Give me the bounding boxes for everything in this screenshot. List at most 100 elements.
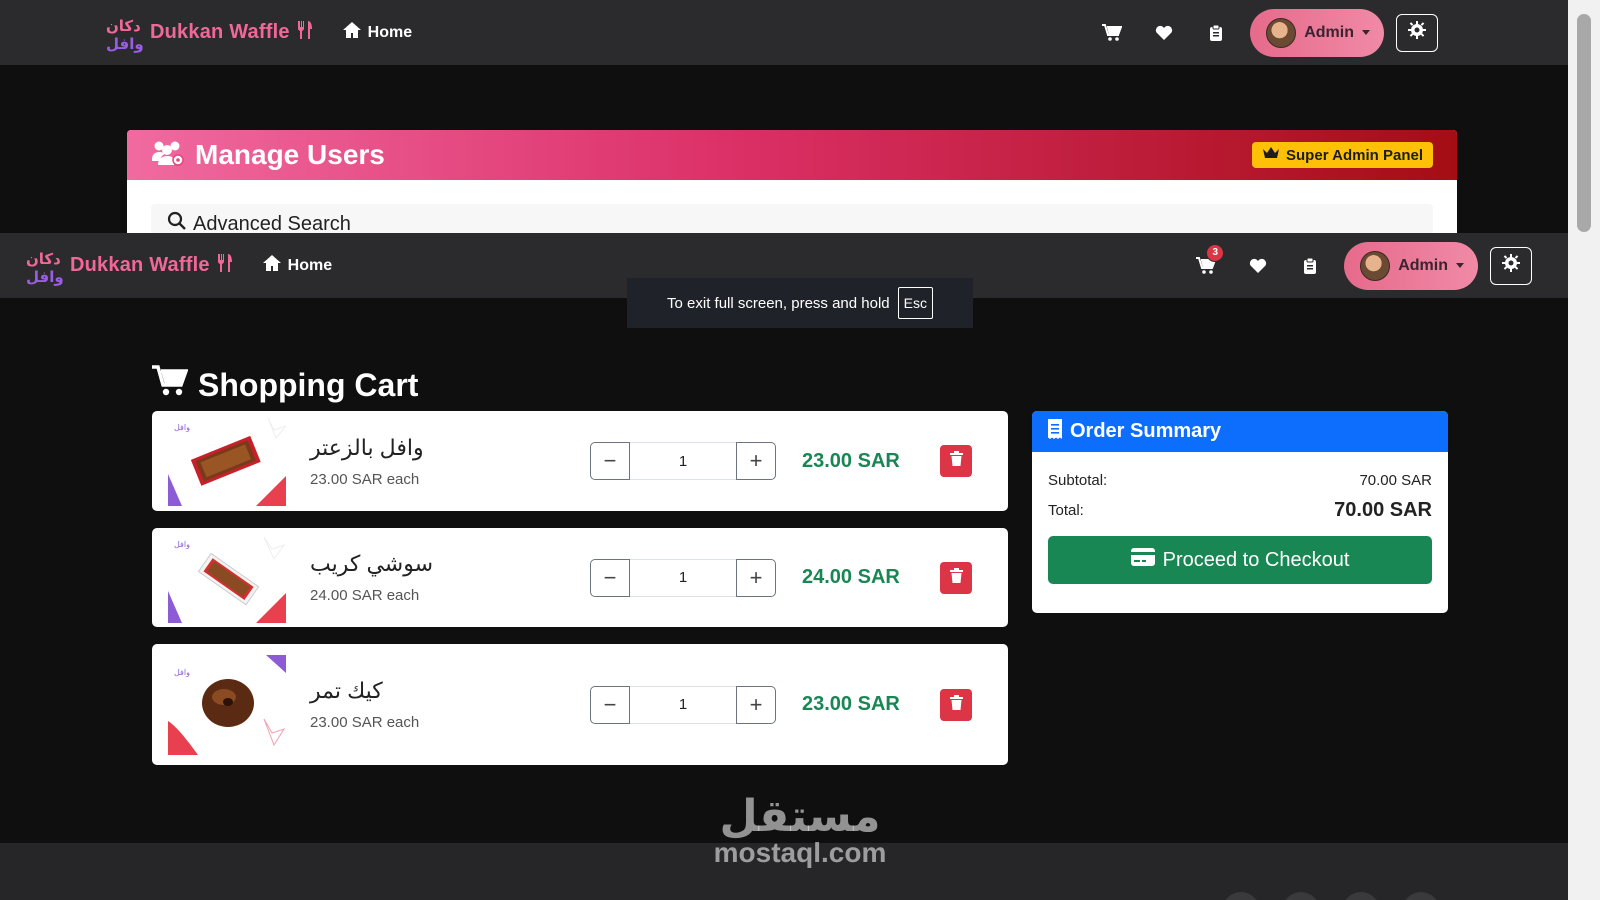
receipt-icon bbox=[1048, 418, 1062, 445]
home-icon bbox=[342, 21, 362, 44]
advanced-search-header[interactable]: Advanced Search bbox=[151, 204, 1433, 233]
admin-dropdown[interactable]: Admin bbox=[1344, 241, 1478, 290]
utensils-icon bbox=[296, 20, 314, 45]
plus-icon: + bbox=[749, 448, 763, 473]
decrease-quantity-button[interactable]: − bbox=[590, 442, 630, 480]
order-summary-header: Order Summary bbox=[1032, 411, 1448, 452]
unit-price: 23.00 SAR each bbox=[310, 470, 420, 488]
credit-card-icon bbox=[1130, 548, 1155, 572]
brand-logo: دكان وافل bbox=[104, 13, 144, 53]
decrease-quantity-button[interactable]: − bbox=[590, 558, 630, 597]
brand-name: Dukkan Waffle bbox=[150, 21, 290, 43]
page-title: Shopping Cart bbox=[152, 365, 418, 405]
admin-label: Admin bbox=[1304, 23, 1354, 41]
svg-text:وافل: وافل bbox=[174, 540, 190, 549]
remove-item-button[interactable] bbox=[940, 561, 972, 594]
quantity-stepper: − + bbox=[590, 442, 776, 480]
super-admin-label: Super Admin Panel bbox=[1286, 146, 1423, 164]
users-gear-icon bbox=[151, 139, 185, 172]
brand[interactable]: دكان وافل Dukkan Waffle bbox=[104, 13, 314, 53]
product-image: وافل bbox=[168, 654, 286, 755]
fullscreen-notice: To exit full screen, press and hold Esc bbox=[627, 278, 973, 328]
quantity-stepper: − + bbox=[590, 685, 776, 724]
utensils-icon bbox=[216, 253, 234, 278]
cart-item: وافل وافل بالزعتر 23.00 SAR each − + 23.… bbox=[152, 411, 1008, 511]
search-icon bbox=[167, 211, 187, 233]
brand-logo: دكان وافل bbox=[24, 246, 64, 286]
minus-icon: − bbox=[603, 564, 617, 590]
svg-text:دكان: دكان bbox=[26, 250, 61, 268]
scrollbar-thumb[interactable] bbox=[1577, 14, 1591, 232]
total-row: Total: 70.00 SAR bbox=[1032, 499, 1448, 522]
home-icon bbox=[262, 254, 282, 277]
order-summary-title: Order Summary bbox=[1070, 420, 1222, 442]
brand-name: Dukkan Waffle bbox=[70, 254, 210, 276]
avatar bbox=[1266, 17, 1297, 48]
admin-dropdown[interactable]: Admin bbox=[1250, 8, 1384, 57]
subtotal-value: 70.00 SAR bbox=[1359, 472, 1432, 489]
clipboard-icon[interactable] bbox=[1190, 13, 1242, 53]
page-title-text: Shopping Cart bbox=[198, 366, 419, 403]
svg-text:وافل: وافل bbox=[174, 668, 190, 677]
checkout-label: Proceed to Checkout bbox=[1162, 548, 1350, 571]
increase-quantity-button[interactable]: + bbox=[736, 442, 776, 480]
quantity-input[interactable] bbox=[630, 685, 736, 724]
subtotal-row: Subtotal: 70.00 SAR bbox=[1032, 472, 1448, 489]
admin-label: Admin bbox=[1398, 256, 1448, 274]
minus-icon: − bbox=[603, 448, 617, 473]
cart-item: وافل سوشي كريب 24.00 SAR each − + 24.00 … bbox=[152, 528, 1008, 627]
gear-icon bbox=[1502, 254, 1520, 277]
total-label: Total: bbox=[1048, 502, 1084, 519]
total-value: 70.00 SAR bbox=[1334, 499, 1432, 521]
svg-text:وافل: وافل bbox=[106, 35, 144, 53]
increase-quantity-button[interactable]: + bbox=[736, 558, 776, 597]
cart-icon[interactable]: 3 bbox=[1180, 243, 1232, 286]
product-name: كيك تمر bbox=[310, 678, 383, 703]
esc-key: Esc bbox=[897, 287, 933, 319]
super-admin-badge: Super Admin Panel bbox=[1252, 142, 1433, 168]
cart-icon bbox=[152, 365, 189, 405]
line-total: 24.00 SAR bbox=[802, 566, 900, 588]
crown-icon bbox=[1262, 146, 1280, 164]
quantity-input[interactable] bbox=[630, 442, 736, 480]
brand[interactable]: دكان وافل Dukkan Waffle bbox=[24, 246, 234, 286]
watermark-latin: mostaql.com bbox=[713, 837, 887, 868]
unit-price: 24.00 SAR each bbox=[310, 587, 420, 604]
chevron-down-icon bbox=[1362, 30, 1370, 35]
clipboard-icon[interactable] bbox=[1284, 246, 1336, 286]
home-label: Home bbox=[367, 23, 413, 41]
subtotal-label: Subtotal: bbox=[1048, 472, 1108, 489]
product-name: وافل بالزعتر bbox=[310, 434, 424, 460]
settings-button[interactable] bbox=[1396, 13, 1438, 52]
fullscreen-notice-text: To exit full screen, press and hold bbox=[667, 294, 890, 312]
nav-home-link[interactable]: Home bbox=[262, 254, 332, 277]
top-navbar-background: دكان وافل Dukkan Waffle Home Admin bbox=[0, 0, 1568, 65]
plus-icon: + bbox=[749, 691, 763, 717]
remove-item-button[interactable] bbox=[940, 445, 972, 477]
proceed-to-checkout-button[interactable]: Proceed to Checkout bbox=[1048, 536, 1432, 584]
decrease-quantity-button[interactable]: − bbox=[590, 685, 630, 724]
line-total: 23.00 SAR bbox=[802, 449, 900, 472]
trash-icon bbox=[949, 694, 963, 715]
svg-text:وافل: وافل bbox=[26, 268, 64, 286]
watermark-arabic: مستقل bbox=[719, 791, 881, 842]
settings-button[interactable] bbox=[1490, 246, 1532, 285]
watermark: مستقل mostaql.com bbox=[700, 795, 900, 869]
page-scrollbar[interactable] bbox=[1568, 0, 1600, 900]
plus-icon: + bbox=[749, 564, 763, 590]
trash-icon bbox=[949, 451, 963, 471]
quantity-stepper: − + bbox=[590, 558, 776, 597]
manage-users-title: Manage Users bbox=[195, 139, 385, 170]
cart-icon[interactable] bbox=[1086, 13, 1138, 53]
manage-users-header: Manage Users Super Admin Panel bbox=[127, 130, 1457, 180]
manage-users-panel: Manage Users Super Admin Panel Advanced … bbox=[127, 130, 1457, 233]
line-total: 23.00 SAR bbox=[802, 693, 900, 715]
increase-quantity-button[interactable]: + bbox=[736, 685, 776, 724]
heart-icon[interactable] bbox=[1138, 13, 1190, 53]
heart-icon[interactable] bbox=[1232, 246, 1284, 286]
nav-home-link[interactable]: Home bbox=[342, 21, 412, 44]
remove-item-button[interactable] bbox=[940, 688, 972, 721]
unit-price: 23.00 SAR each bbox=[310, 714, 420, 731]
quantity-input[interactable] bbox=[630, 558, 736, 597]
trash-icon bbox=[949, 567, 963, 588]
